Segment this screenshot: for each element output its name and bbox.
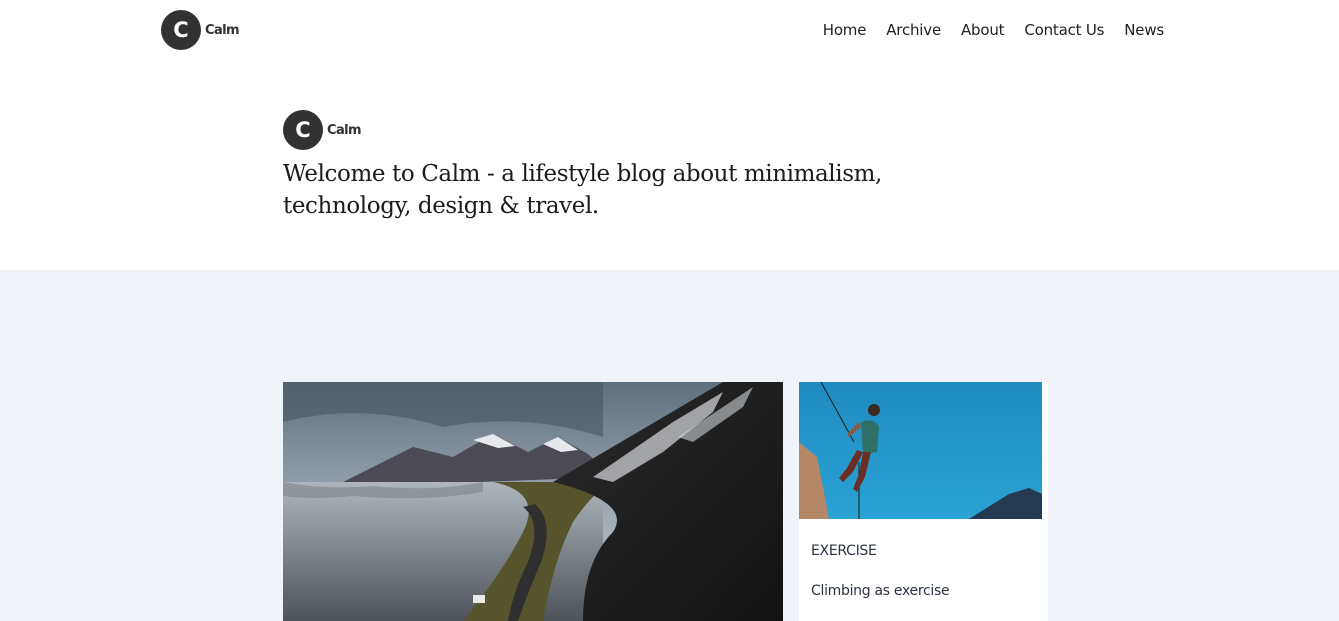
site-logo[interactable]: C Calm — [161, 10, 240, 50]
main-nav: Home Archive About Contact Us News — [803, 20, 1164, 40]
hero-logo: C Calm — [283, 110, 362, 150]
logo-mark: C — [161, 10, 201, 50]
nav-home[interactable]: Home — [823, 20, 867, 40]
mountain-landscape-image — [283, 382, 783, 621]
nav-contact-us[interactable]: Contact Us — [1024, 20, 1104, 40]
climber-image-wrap — [799, 382, 1042, 519]
hero-tagline: Welcome to Calm - a lifestyle blog about… — [283, 161, 882, 219]
nav-archive[interactable]: Archive — [886, 20, 941, 40]
side-post-card[interactable]: EXERCISE Climbing as exercise — [799, 382, 1048, 621]
nav-news[interactable]: News — [1124, 20, 1164, 40]
nav-about[interactable]: About — [961, 20, 1005, 40]
rock-climber-image — [799, 382, 1042, 519]
post-title[interactable]: Climbing as exercise — [811, 583, 950, 599]
featured-post-card[interactable] — [283, 382, 783, 621]
post-category[interactable]: EXERCISE — [811, 543, 877, 559]
logo-wordmark: Calm — [205, 22, 240, 38]
hero-logo-mark: C — [283, 110, 323, 150]
site-header: C Calm Home Archive About Contact Us New… — [0, 0, 1339, 62]
hero-logo-wordmark: Calm — [327, 122, 362, 138]
